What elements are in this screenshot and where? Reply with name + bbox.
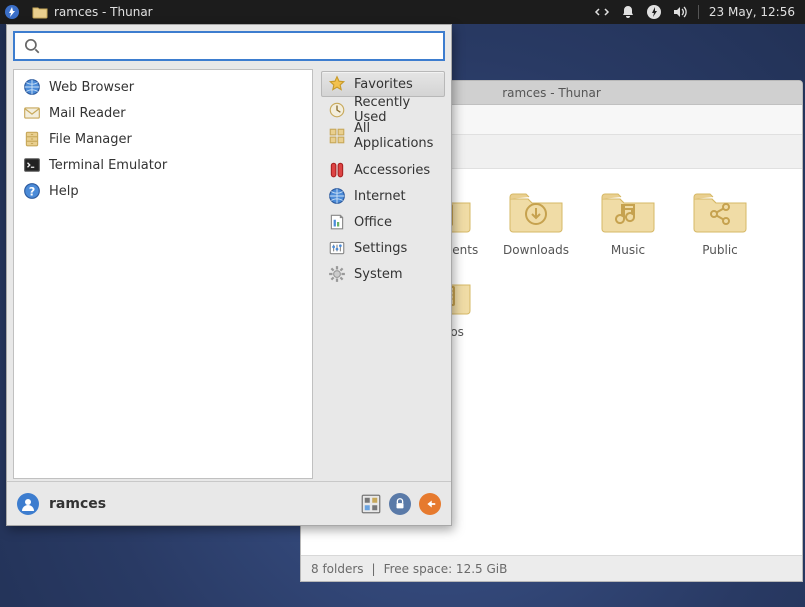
globe-icon: [23, 78, 41, 96]
logout-button[interactable]: [419, 493, 441, 515]
app-item[interactable]: Terminal Emulator: [14, 152, 312, 178]
panel-separator: [698, 5, 699, 19]
app-item[interactable]: ? Help: [14, 178, 312, 204]
folder-item[interactable]: Music: [589, 187, 667, 257]
category-item[interactable]: Favorites: [321, 71, 445, 97]
search-icon: [23, 37, 41, 55]
favorites-list: Web Browser Mail Reader File Manager Termin…: [13, 69, 313, 479]
app-item-label: Terminal Emulator: [49, 158, 167, 173]
folder-icon: [690, 187, 750, 237]
taskbar-item-thunar[interactable]: ramces - Thunar: [26, 4, 159, 20]
app-item-label: Web Browser: [49, 80, 134, 95]
category-item[interactable]: System: [321, 261, 445, 287]
category-label: Favorites: [354, 77, 413, 92]
apps-icon: [328, 127, 346, 145]
star-icon: [328, 75, 346, 93]
mail-icon: [23, 104, 41, 122]
search-input[interactable]: [47, 38, 435, 54]
power-manager-icon[interactable]: [646, 4, 662, 20]
swiss-icon: [328, 161, 346, 179]
clock-icon: [328, 101, 346, 119]
app-item-label: Mail Reader: [49, 106, 126, 121]
category-label: Internet: [354, 189, 406, 204]
category-label: System: [354, 267, 402, 282]
category-item[interactable]: Recently Used: [321, 97, 445, 123]
app-item-label: Help: [49, 184, 79, 199]
app-item[interactable]: Web Browser: [14, 74, 312, 100]
sliders-icon: [328, 239, 346, 257]
category-item[interactable]: Office: [321, 209, 445, 235]
volume-icon[interactable]: [672, 4, 688, 20]
app-item[interactable]: Mail Reader: [14, 100, 312, 126]
network-icon[interactable]: [594, 4, 610, 20]
globe-icon: [328, 187, 346, 205]
category-item[interactable]: Settings: [321, 235, 445, 261]
folder-label: Music: [611, 243, 645, 257]
help-icon: ?: [23, 182, 41, 200]
application-menu: Web Browser Mail Reader File Manager Termin…: [6, 24, 452, 526]
folder-icon: [506, 187, 566, 237]
statusbar: 8 folders | Free space: 12.5 GiB: [301, 555, 802, 581]
folder-item[interactable]: Public: [681, 187, 759, 257]
folder-item[interactable]: Downloads: [497, 187, 575, 257]
categories-list: Favorites Recently UsedAll Applications Ac…: [315, 67, 451, 481]
svg-text:?: ?: [29, 186, 36, 199]
cabinet-icon: [23, 130, 41, 148]
settings-button[interactable]: [361, 494, 381, 514]
taskbar-item-label: ramces - Thunar: [54, 5, 153, 19]
office-icon: [328, 213, 346, 231]
category-separator: [321, 149, 445, 157]
category-item[interactable]: All Applications: [321, 123, 445, 149]
window-title: ramces - Thunar: [502, 86, 601, 100]
folder-label: Public: [702, 243, 738, 257]
username-label: ramces: [49, 496, 106, 512]
status-free-space: Free space: 12.5 GiB: [384, 562, 508, 576]
folder-icon: [32, 4, 48, 20]
status-separator: |: [372, 562, 376, 576]
gear-icon: [328, 265, 346, 283]
status-folder-count: 8 folders: [311, 562, 364, 576]
notifications-icon[interactable]: [620, 4, 636, 20]
category-label: Office: [354, 215, 392, 230]
user-button[interactable]: ramces: [17, 493, 106, 515]
category-item[interactable]: Internet: [321, 183, 445, 209]
category-label: Settings: [354, 241, 407, 256]
folder-label: Downloads: [503, 243, 569, 257]
user-avatar-icon: [17, 493, 39, 515]
category-item[interactable]: Accessories: [321, 157, 445, 183]
app-item[interactable]: File Manager: [14, 126, 312, 152]
whisker-menu-icon[interactable]: [4, 4, 20, 20]
lock-button[interactable]: [389, 493, 411, 515]
search-field-wrapper[interactable]: [13, 31, 445, 61]
app-item-label: File Manager: [49, 132, 132, 147]
menu-footer: ramces: [7, 481, 451, 525]
clock[interactable]: 23 May, 12:56: [709, 5, 795, 19]
top-panel: ramces - Thunar 23 May, 12:56: [0, 0, 805, 24]
folder-icon: [598, 187, 658, 237]
category-label: All Applications: [354, 121, 438, 151]
category-label: Accessories: [354, 163, 430, 178]
terminal-icon: [23, 156, 41, 174]
